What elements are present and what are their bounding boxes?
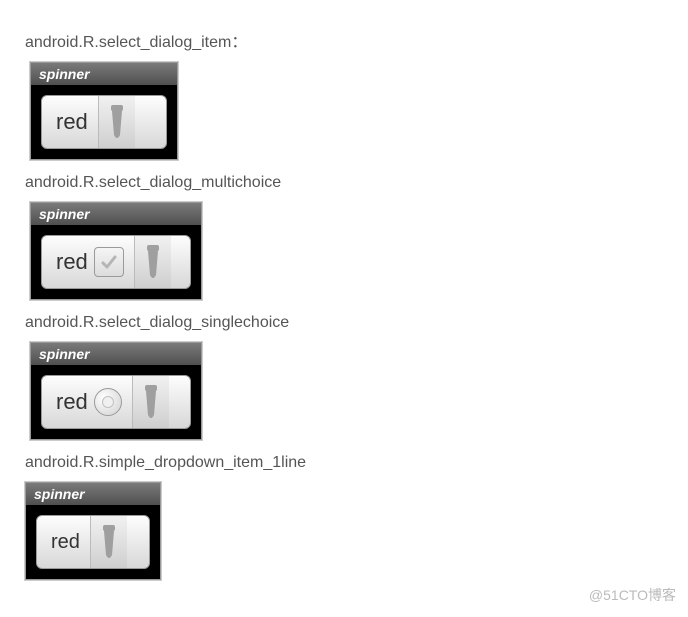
spinner-control[interactable]: red	[41, 375, 191, 429]
caption-multichoice: android.R.select_dialog_multichoice	[25, 174, 688, 192]
spinner-value: red	[56, 109, 88, 135]
radio-icon	[94, 388, 122, 416]
spinner-window: spinner red	[30, 342, 202, 440]
example-multichoice: spinner red	[30, 202, 688, 300]
spinner-value-wrap: red	[37, 516, 91, 568]
example-item: spinner red	[30, 62, 688, 160]
spinner-handle[interactable]	[133, 376, 169, 428]
spinner-title: spinner	[31, 343, 201, 365]
spinner-thumb-icon	[145, 245, 161, 279]
spinner-title: spinner	[31, 203, 201, 225]
spinner-handle[interactable]	[135, 236, 171, 288]
caption-select-dialog-item: android.R.select_dialog_item：	[25, 28, 688, 52]
spinner-title: spinner	[31, 63, 177, 85]
spinner-value: red	[56, 389, 88, 415]
spinner-body: red	[31, 225, 201, 299]
spinner-window: spinner red	[25, 482, 161, 580]
spinner-control[interactable]: red	[41, 95, 167, 149]
spinner-handle[interactable]	[99, 96, 135, 148]
spinner-thumb-icon	[109, 105, 125, 139]
watermark: @51CTO博客	[589, 585, 676, 605]
example-dropdown1line: spinner red	[25, 482, 688, 580]
example-singlechoice: spinner red	[30, 342, 688, 440]
spinner-title: spinner	[26, 483, 160, 505]
spinner-handle[interactable]	[91, 516, 127, 568]
spinner-value: red	[56, 249, 88, 275]
spinner-body: red	[31, 85, 177, 159]
spinner-value-wrap: red	[42, 236, 135, 288]
spinner-window: spinner red	[30, 62, 178, 160]
caption-singlechoice: android.R.select_dialog_singlechoice	[25, 314, 688, 332]
spinner-body: red	[26, 505, 160, 579]
spinner-value-wrap: red	[42, 96, 99, 148]
spinner-value: red	[51, 531, 80, 554]
spinner-value-wrap: red	[42, 376, 133, 428]
spinner-control[interactable]: red	[41, 235, 191, 289]
spinner-thumb-icon	[101, 525, 117, 559]
checkbox-icon	[94, 247, 124, 277]
spinner-thumb-icon	[143, 385, 159, 419]
caption-dropdown1line: android.R.simple_dropdown_item_1line	[25, 454, 688, 472]
spinner-control[interactable]: red	[36, 515, 150, 569]
spinner-window: spinner red	[30, 202, 202, 300]
radio-inner-icon	[102, 396, 114, 408]
spinner-body: red	[31, 365, 201, 439]
